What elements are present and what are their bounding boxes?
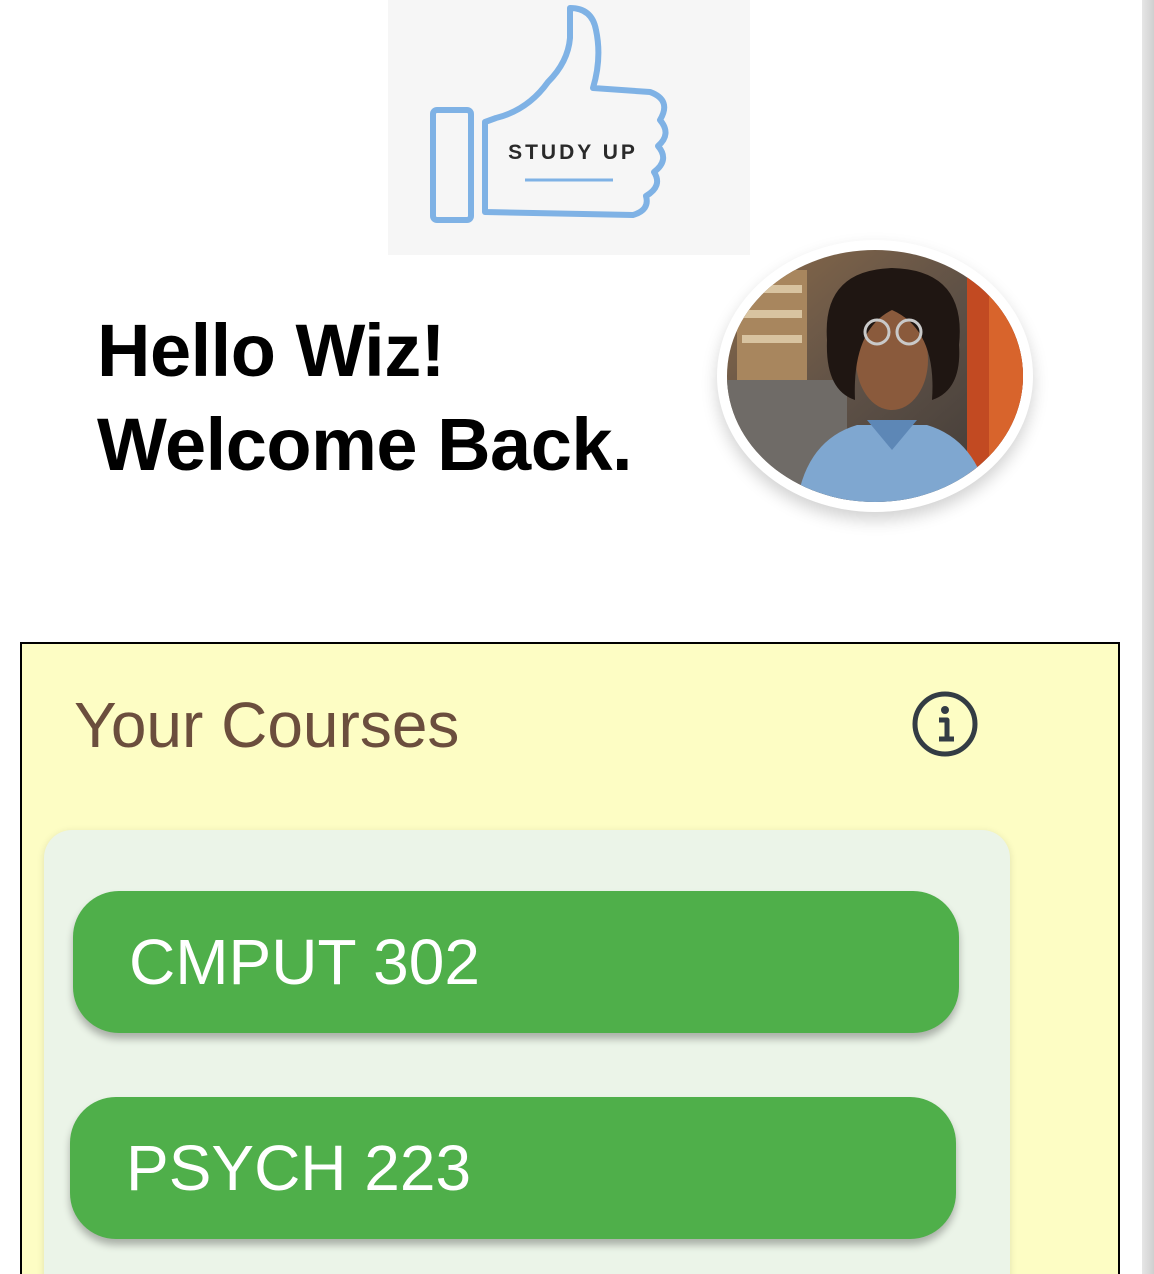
scrollbar[interactable] (1142, 0, 1154, 1274)
info-icon[interactable] (911, 690, 979, 758)
home-screen: STUDY UP Hello Wiz! Welcome Back. Your C… (0, 0, 1154, 1274)
courses-card: Your Courses CMPUT 302 PSYCH 223 (20, 642, 1120, 1274)
avatar[interactable] (717, 240, 1033, 512)
profile-photo (727, 250, 1023, 502)
course-list: CMPUT 302 PSYCH 223 (44, 830, 1010, 1274)
logo-text: STUDY UP (508, 141, 638, 164)
greeting-line-2: Welcome Back. (97, 403, 633, 486)
greeting: Hello Wiz! Welcome Back. (97, 304, 717, 492)
greeting-line-1: Hello Wiz! (97, 309, 445, 392)
study-up-logo: STUDY UP (388, 0, 750, 255)
courses-title: Your Courses (74, 689, 460, 761)
course-button-psych-223[interactable]: PSYCH 223 (70, 1097, 956, 1239)
course-button-cmput-302[interactable]: CMPUT 302 (73, 891, 959, 1033)
thumbs-up-icon: STUDY UP (430, 5, 669, 223)
